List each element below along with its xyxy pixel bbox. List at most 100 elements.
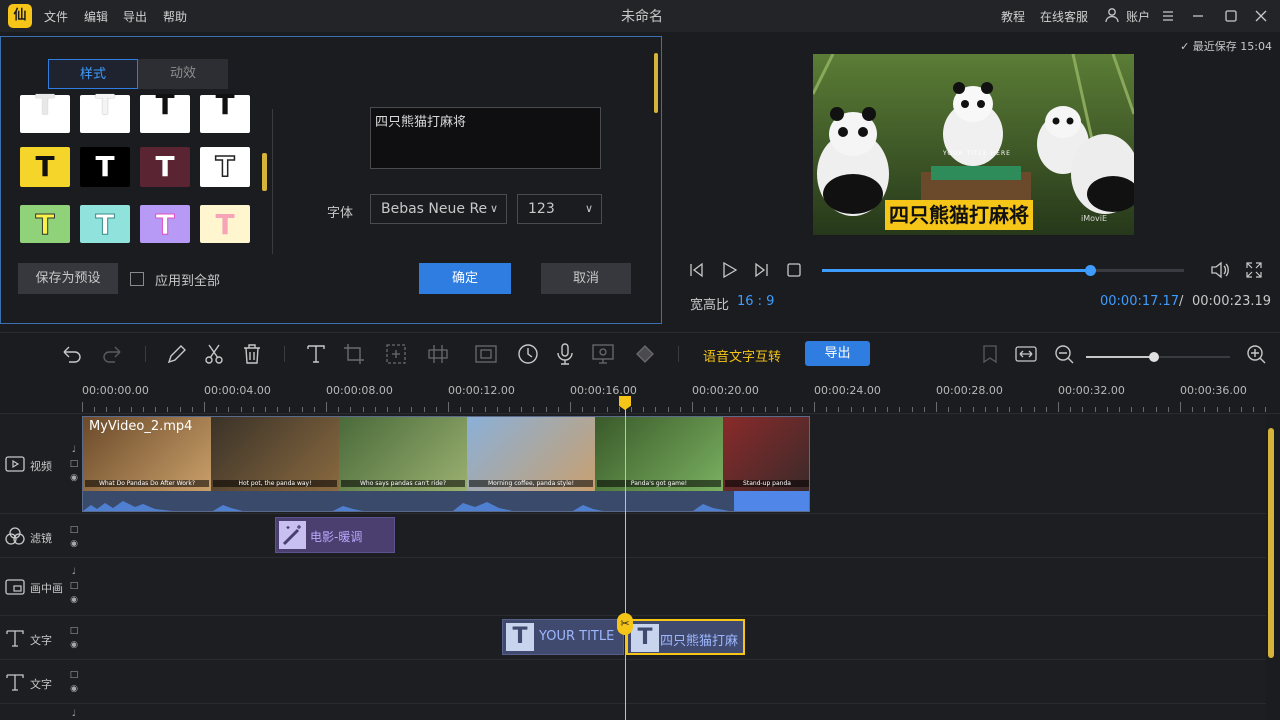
text-icon[interactable] [304, 342, 328, 366]
delete-icon[interactable] [240, 342, 264, 366]
user-icon[interactable] [1104, 7, 1120, 23]
menu-export[interactable]: 导出 [123, 8, 147, 25]
marker-icon[interactable] [978, 342, 1002, 366]
style-swatch[interactable]: T [140, 91, 190, 133]
style-swatch[interactable]: T [80, 205, 130, 243]
prev-frame-icon[interactable] [688, 261, 706, 279]
speaker-icon[interactable]: ♩ [68, 708, 80, 720]
video-preview[interactable]: YOUR TITLE HERE 四只熊猫打麻将 iMoviE [813, 54, 1134, 235]
save-preset-button[interactable]: 保存为预设 [18, 263, 118, 294]
video-clip[interactable]: What Do Pandas Do After Work? Hot pot, t… [82, 416, 810, 512]
lock-icon[interactable]: □ [68, 458, 80, 470]
export-button[interactable]: 导出 [805, 341, 870, 366]
ruler-tick [277, 407, 279, 412]
style-swatch[interactable]: T [20, 205, 70, 243]
eye-icon[interactable]: ◉ [68, 683, 80, 695]
tab-style[interactable]: 样式 [48, 59, 138, 89]
playhead[interactable] [625, 400, 626, 720]
style-swatch[interactable]: T [200, 147, 250, 187]
maximize-icon[interactable] [1221, 6, 1241, 26]
panel-scrollbar[interactable] [654, 53, 658, 113]
text-clip-selected[interactable]: T 四只熊猫打麻 [626, 619, 745, 655]
redo-icon[interactable] [100, 342, 124, 366]
style-swatch[interactable]: T [20, 91, 70, 133]
timeline-vertical-scrollbar[interactable] [1268, 428, 1274, 658]
aspect-ratio-value[interactable]: 16 : 9 [737, 294, 774, 309]
timeline-ruler[interactable]: 00:00:00.00 00:00:04.00 00:00:08.00 00:0… [0, 378, 1280, 414]
cancel-button[interactable]: 取消 [541, 263, 631, 294]
font-dropdown[interactable]: Bebas Neue Re ∨ [370, 194, 507, 224]
style-swatch[interactable]: T [200, 205, 250, 243]
apply-all-checkbox[interactable] [130, 272, 144, 286]
style-swatch[interactable]: T [20, 147, 70, 187]
ruler-tick [130, 407, 132, 412]
swatch-scrollbar[interactable] [262, 153, 267, 191]
progress-track[interactable] [822, 265, 1184, 276]
lock-icon[interactable]: □ [68, 669, 80, 681]
chevron-down-icon: ∨ [584, 202, 593, 215]
stop-icon[interactable] [786, 262, 802, 278]
eye-icon[interactable]: ◉ [68, 538, 80, 550]
speed-icon[interactable] [516, 342, 540, 366]
zoom-slider-handle[interactable] [1149, 352, 1159, 362]
style-swatch[interactable]: T [140, 147, 190, 187]
close-icon[interactable] [1251, 6, 1271, 26]
ruler-tick [875, 407, 876, 412]
play-icon[interactable] [720, 261, 738, 279]
fullscreen-icon[interactable] [1245, 261, 1263, 279]
microphone-icon[interactable] [553, 342, 577, 366]
style-swatch[interactable]: T [140, 205, 190, 243]
zoom-in-icon[interactable] [1244, 342, 1268, 366]
tutorial-link[interactable]: 教程 [1001, 8, 1025, 25]
text-clip[interactable]: T YOUR TITLE [502, 619, 624, 655]
resize-icon[interactable] [384, 342, 408, 366]
font-size-dropdown[interactable]: 123 ∨ [517, 194, 602, 224]
split-icon[interactable] [202, 342, 226, 366]
ruler-tick [667, 407, 669, 412]
lock-icon[interactable]: □ [68, 625, 80, 637]
account-link[interactable]: 账户 [1126, 8, 1150, 25]
zoom-slider[interactable] [1086, 352, 1230, 362]
ruler-tick [838, 407, 840, 412]
mosaic-icon[interactable] [426, 342, 450, 366]
speaker-icon[interactable]: ♩ [68, 566, 80, 578]
ruler-tick [387, 407, 388, 412]
undo-icon[interactable] [60, 342, 84, 366]
ok-button[interactable]: 确定 [419, 263, 511, 294]
volume-icon[interactable] [1210, 261, 1230, 279]
support-link[interactable]: 在线客服 [1040, 8, 1088, 25]
style-swatch[interactable]: T [200, 91, 250, 133]
next-frame-icon[interactable] [752, 261, 770, 279]
menu-edit[interactable]: 编辑 [84, 8, 108, 25]
zoom-out-icon[interactable] [1052, 342, 1076, 366]
color-fill-icon[interactable] [633, 342, 657, 366]
eye-icon[interactable]: ◉ [68, 472, 80, 484]
text-input[interactable]: 四只熊猫打麻将 [370, 107, 601, 169]
eye-icon[interactable]: ◉ [68, 639, 80, 651]
menu-file[interactable]: 文件 [44, 8, 68, 25]
divider [145, 346, 146, 362]
eye-icon[interactable]: ◉ [68, 594, 80, 606]
ruler-tick [655, 407, 657, 412]
style-swatch[interactable]: T [80, 91, 130, 133]
filter-clip[interactable]: 电影-暖调 [275, 517, 395, 553]
menu-help[interactable]: 帮助 [163, 8, 187, 25]
speaker-icon[interactable]: ♩ [68, 444, 80, 456]
speech-text-convert-button[interactable]: 语音文字互转 [703, 346, 781, 365]
edit-icon[interactable] [165, 342, 189, 366]
minimize-icon[interactable] [1188, 6, 1208, 26]
tab-animation[interactable]: 动效 [138, 59, 228, 89]
progress-handle[interactable] [1084, 265, 1096, 276]
ruler-tick [923, 407, 925, 412]
style-swatch[interactable]: T [80, 147, 130, 187]
scissors-icon[interactable]: ✂ [617, 613, 633, 635]
menu-icon[interactable] [1158, 6, 1178, 26]
freeze-frame-icon[interactable] [474, 342, 498, 366]
ruler-tick [1094, 407, 1096, 412]
crop-icon[interactable] [342, 342, 366, 366]
screen-record-icon[interactable] [591, 342, 615, 366]
overlay-caption[interactable]: 四只熊猫打麻将 [885, 200, 1033, 230]
lock-icon[interactable]: □ [68, 524, 80, 536]
lock-icon[interactable]: □ [68, 580, 80, 592]
fit-timeline-icon[interactable] [1014, 342, 1038, 366]
